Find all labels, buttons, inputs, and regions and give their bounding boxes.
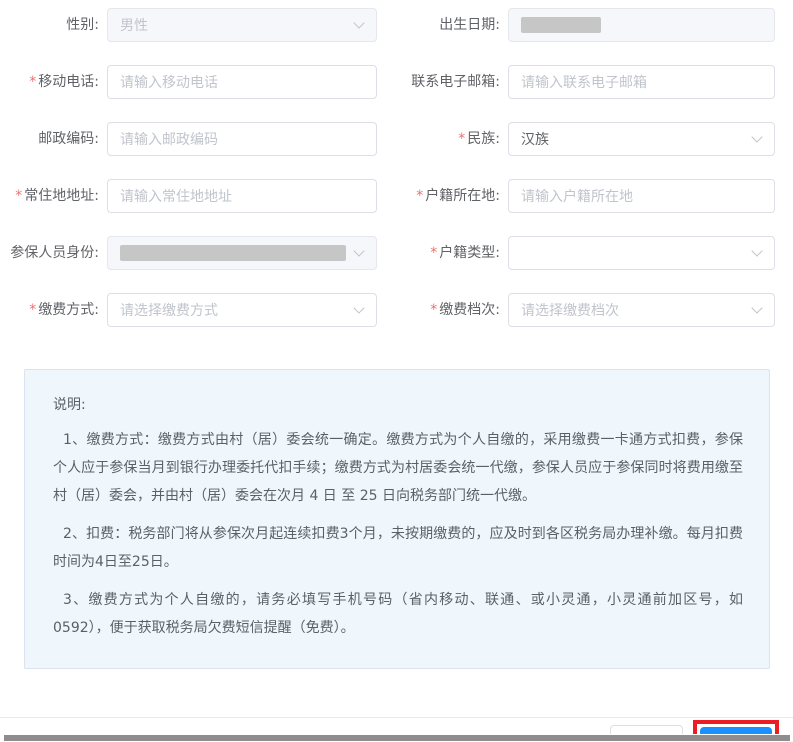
residential-address-label: * 常住地地址:: [15, 188, 99, 204]
mobile-phone-label: * 移动电话:: [29, 74, 99, 90]
payment-method-select[interactable]: 请选择缴费方式: [107, 293, 377, 327]
field-household-location: * 户籍所在地:: [396, 179, 775, 213]
payment-level-placeholder: 请选择缴费档次: [521, 303, 619, 319]
required-asterisk: *: [15, 188, 23, 204]
gender-value: 男性: [120, 18, 148, 34]
household-location-input[interactable]: [508, 179, 775, 213]
required-asterisk: *: [29, 74, 37, 90]
required-asterisk: *: [458, 131, 466, 147]
enrollment-form-dialog: 性别: 男性 出生日期: *移动电话: 联系电子邮箱: 邮政编码:: [0, 0, 793, 742]
email-label: 联系电子邮箱:: [411, 74, 500, 90]
household-type-select[interactable]: [508, 236, 775, 270]
mobile-phone-input[interactable]: [107, 65, 377, 99]
required-asterisk: *: [430, 302, 438, 318]
postal-code-input[interactable]: [107, 122, 377, 156]
field-birthdate: 出生日期:: [396, 8, 775, 42]
instructions-box: 说明: 1、缴费方式：缴费方式由村（居）委会统一确定。缴费方式为个人自缴的，采用…: [24, 369, 770, 669]
required-asterisk: *: [416, 188, 424, 204]
form-grid: 性别: 男性 出生日期: *移动电话: 联系电子邮箱: 邮政编码:: [0, 0, 793, 327]
gender-select[interactable]: 男性: [107, 8, 377, 42]
field-ethnicity: * 民族: 汉族: [396, 122, 775, 156]
ethnicity-label: * 民族:: [458, 131, 500, 147]
payment-level-select[interactable]: 请选择缴费档次: [508, 293, 775, 327]
payment-level-label: * 缴费档次:: [430, 302, 500, 318]
horizontal-scrollbar-thumb[interactable]: [4, 735, 790, 741]
required-asterisk: *: [29, 302, 37, 318]
birthdate-input[interactable]: [508, 8, 775, 42]
field-payment-method: * 缴费方式: 请选择缴费方式: [0, 293, 377, 327]
chevron-down-icon: [751, 302, 763, 314]
insured-identity-select[interactable]: [107, 236, 377, 270]
instructions-paragraph-1: 1、缴费方式：缴费方式由村（居）委会统一确定。缴费方式为个人自缴的，采用缴费一卡…: [53, 432, 743, 504]
household-type-label: * 户籍类型:: [430, 245, 500, 261]
insured-identity-label: 参保人员身份:: [10, 245, 99, 261]
chevron-down-icon: [751, 245, 763, 257]
residential-address-input[interactable]: [107, 179, 377, 213]
field-gender: 性别: 男性: [0, 8, 377, 42]
field-postal-code: 邮政编码:: [0, 122, 377, 156]
gender-label: 性别:: [66, 17, 99, 33]
horizontal-scrollbar-track: [0, 734, 793, 742]
email-input[interactable]: [508, 65, 775, 99]
redaction-block: [120, 245, 346, 261]
required-asterisk: *: [430, 245, 438, 261]
instructions-paragraph-2: 2、扣费：税务部门将从参保次月起连续扣费3个月，未按期缴费的，应及时到各区税务局…: [53, 526, 743, 570]
chevron-down-icon: [751, 131, 763, 143]
instructions-paragraph-3: 3、缴费方式为个人自缴的，请务必填写手机号码（省内移动、联通、或小灵通，小灵通前…: [53, 592, 743, 636]
chevron-down-icon: [353, 302, 365, 314]
field-insured-identity: 参保人员身份:: [0, 236, 377, 270]
postal-code-label: 邮政编码:: [38, 131, 99, 147]
household-location-label: * 户籍所在地:: [416, 188, 500, 204]
instructions-title: 说明:: [53, 397, 86, 413]
field-payment-level: * 缴费档次: 请选择缴费档次: [396, 293, 775, 327]
field-mobile-phone: * 移动电话:: [0, 65, 377, 99]
redaction-block: [521, 17, 601, 33]
field-household-type: * 户籍类型:: [396, 236, 775, 270]
chevron-down-icon: [353, 17, 365, 29]
payment-method-label: * 缴费方式:: [29, 302, 99, 318]
ethnicity-select[interactable]: 汉族: [508, 122, 775, 156]
field-email: 联系电子邮箱:: [396, 65, 775, 99]
ethnicity-value: 汉族: [521, 132, 549, 148]
field-residential-address: * 常住地地址:: [0, 179, 377, 213]
chevron-down-icon: [353, 245, 365, 257]
payment-method-placeholder: 请选择缴费方式: [120, 303, 218, 319]
birthdate-label: 出生日期:: [439, 17, 500, 33]
